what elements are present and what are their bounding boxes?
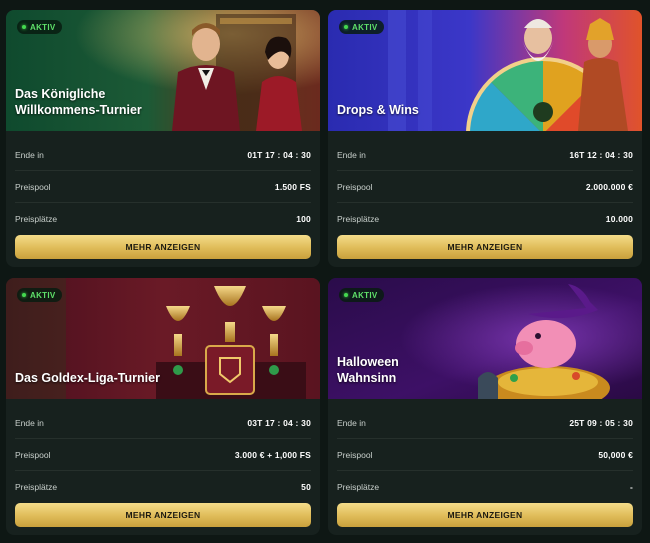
detail-label: Ende in xyxy=(337,149,366,160)
show-more-button[interactable]: MEHR ANZEIGEN xyxy=(337,235,633,259)
status-badge: AKTIV xyxy=(339,20,384,34)
prize-pool-value: 2.000.000 € xyxy=(585,181,633,192)
detail-row-ends-in: Ende in 01T 17 : 04 : 30 xyxy=(15,139,311,171)
active-dot-icon xyxy=(344,293,348,297)
tournament-banner[interactable]: AKTIV Drops & Wins xyxy=(328,10,642,131)
countdown-value: 01T 17 : 04 : 30 xyxy=(247,149,311,160)
tournament-banner[interactable]: AKTIV Das Goldex-Liga-Turnier xyxy=(6,278,320,399)
tournament-details: Ende in 25T 09 : 05 : 30 Preispool 50,00… xyxy=(337,407,633,502)
active-dot-icon xyxy=(22,293,26,297)
status-badge: AKTIV xyxy=(17,20,62,34)
detail-row-prize-pool: Preispool 2.000.000 € xyxy=(337,171,633,203)
detail-label: Preisplätze xyxy=(15,213,58,224)
detail-row-prize-places: Preisplätze 10.000 xyxy=(337,203,633,234)
tournament-banner[interactable]: AKTIV Halloween Wahnsinn xyxy=(328,278,642,399)
countdown-value: 16T 12 : 04 : 30 xyxy=(569,149,633,160)
tournament-card-drops-wins: AKTIV Drops & Wins Ende in 16T 12 : 04 :… xyxy=(328,10,642,267)
detail-label: Preispool xyxy=(337,449,373,460)
detail-row-prize-pool: Preispool 50,000 € xyxy=(337,439,633,471)
status-label: AKTIV xyxy=(30,22,56,32)
detail-label: Preispool xyxy=(337,181,373,192)
tournament-details: Ende in 01T 17 : 04 : 30 Preispool 1.500… xyxy=(15,139,311,234)
detail-row-ends-in: Ende in 25T 09 : 05 : 30 xyxy=(337,407,633,439)
detail-label: Preisplätze xyxy=(337,213,380,224)
detail-label: Preispool xyxy=(15,181,51,192)
status-badge: AKTIV xyxy=(339,288,384,302)
tournament-title: Drops & Wins xyxy=(337,103,419,117)
detail-row-ends-in: Ende in 16T 12 : 04 : 30 xyxy=(337,139,633,171)
active-dot-icon xyxy=(344,25,348,29)
detail-row-prize-places: Preisplätze 100 xyxy=(15,203,311,234)
status-label: AKTIV xyxy=(30,290,56,300)
tournament-card-royal-welcome: AKTIV Das Königliche Willkommens-Turnier… xyxy=(6,10,320,267)
tournament-card-halloween: AKTIV Halloween Wahnsinn Ende in 25T 09 … xyxy=(328,278,642,535)
countdown-value: 03T 17 : 04 : 30 xyxy=(247,417,311,428)
prize-pool-value: 3.000 € + 1,000 FS xyxy=(234,449,311,460)
detail-label: Preisplätze xyxy=(337,481,380,492)
tournament-title: Das Goldex-Liga-Turnier xyxy=(15,371,160,385)
tournament-details: Ende in 16T 12 : 04 : 30 Preispool 2.000… xyxy=(337,139,633,234)
detail-label: Ende in xyxy=(15,149,44,160)
active-dot-icon xyxy=(22,25,26,29)
detail-row-prize-pool: Preispool 1.500 FS xyxy=(15,171,311,203)
show-more-button[interactable]: MEHR ANZEIGEN xyxy=(337,503,633,527)
detail-row-prize-places: Preisplätze - xyxy=(337,471,633,502)
tournament-banner[interactable]: AKTIV Das Königliche Willkommens-Turnier xyxy=(6,10,320,131)
show-more-button[interactable]: MEHR ANZEIGEN xyxy=(15,235,311,259)
detail-label: Preisplätze xyxy=(15,481,58,492)
prize-places-value: 50 xyxy=(301,481,311,492)
countdown-value: 25T 09 : 05 : 30 xyxy=(569,417,633,428)
tournament-title: Das Königliche Willkommens-Turnier xyxy=(15,87,142,117)
status-badge: AKTIV xyxy=(17,288,62,302)
detail-label: Preispool xyxy=(15,449,51,460)
detail-row-ends-in: Ende in 03T 17 : 04 : 30 xyxy=(15,407,311,439)
detail-row-prize-places: Preisplätze 50 xyxy=(15,471,311,502)
prize-places-value: - xyxy=(629,481,633,492)
detail-label: Ende in xyxy=(15,417,44,428)
tournament-details: Ende in 03T 17 : 04 : 30 Preispool 3.000… xyxy=(15,407,311,502)
status-label: AKTIV xyxy=(352,22,378,32)
show-more-button[interactable]: MEHR ANZEIGEN xyxy=(15,503,311,527)
prize-pool-value: 50,000 € xyxy=(598,449,633,460)
status-label: AKTIV xyxy=(352,290,378,300)
prize-places-value: 10.000 xyxy=(605,213,633,224)
detail-row-prize-pool: Preispool 3.000 € + 1,000 FS xyxy=(15,439,311,471)
detail-label: Ende in xyxy=(337,417,366,428)
prize-pool-value: 1.500 FS xyxy=(274,181,311,192)
tournament-card-goldex-league: AKTIV Das Goldex-Liga-Turnier Ende in 03… xyxy=(6,278,320,535)
tournament-title: Halloween Wahnsinn xyxy=(337,355,399,385)
prize-places-value: 100 xyxy=(296,213,311,224)
